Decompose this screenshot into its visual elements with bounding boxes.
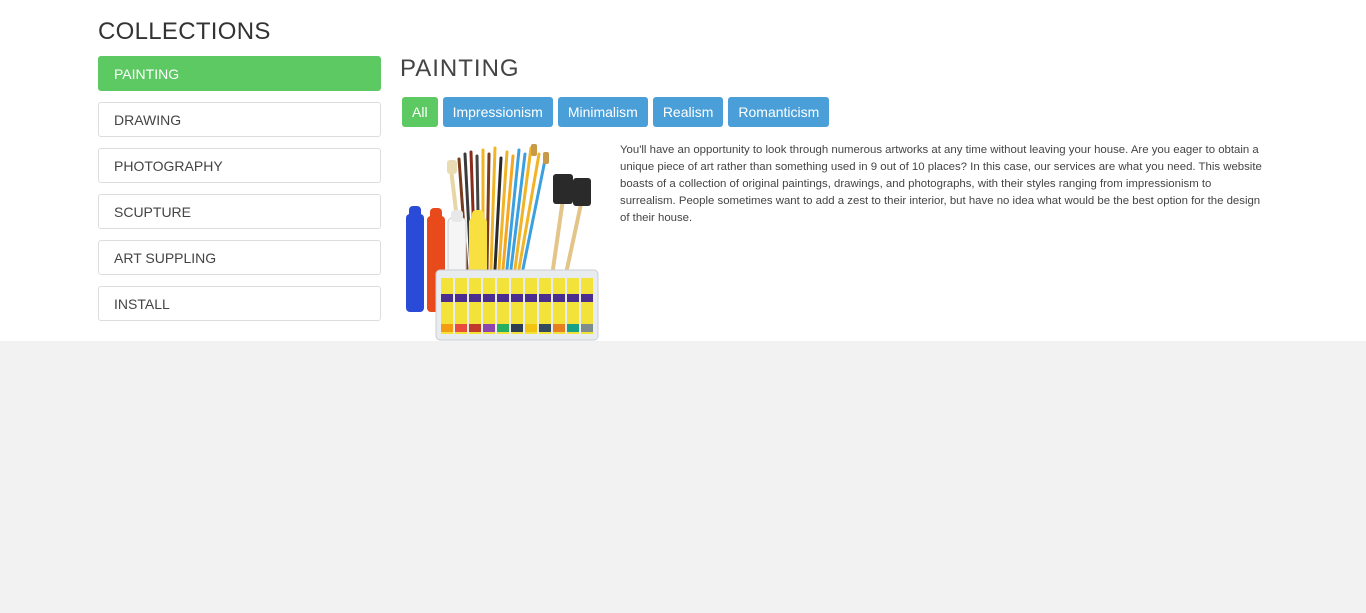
filter-romanticism-button[interactable]: Romanticism xyxy=(728,97,830,127)
collections-panel: COLLECTIONS PAINTING DRAWING PHOTOGRAPHY… xyxy=(0,0,1366,341)
filter-minimalism-button[interactable]: Minimalism xyxy=(557,97,648,127)
sidebar-item-painting[interactable]: PAINTING xyxy=(98,56,381,91)
sidebar-item-art-suppling[interactable]: ART SUPPLING xyxy=(98,240,381,275)
style-filter-bar: All Impressionism Minimalism Realism Rom… xyxy=(402,97,830,127)
sidebar-item-install[interactable]: INSTALL xyxy=(98,286,381,321)
filter-all-button[interactable]: All xyxy=(402,97,438,127)
art-supplies-image[interactable] xyxy=(403,144,599,342)
filter-realism-button[interactable]: Realism xyxy=(652,97,724,127)
sidebar-item-drawing[interactable]: DRAWING xyxy=(98,102,381,137)
collection-description: You'll have an opportunity to look throu… xyxy=(620,144,1262,224)
filter-impressionism-button[interactable]: Impressionism xyxy=(442,97,553,127)
category-title: PAINTING xyxy=(400,55,520,82)
collections-sidebar: PAINTING DRAWING PHOTOGRAPHY SCUPTURE AR… xyxy=(98,56,381,332)
sidebar-item-photography[interactable]: PHOTOGRAPHY xyxy=(98,148,381,183)
sidebar-item-scupture[interactable]: SCUPTURE xyxy=(98,194,381,229)
collections-heading: COLLECTIONS xyxy=(98,18,271,45)
